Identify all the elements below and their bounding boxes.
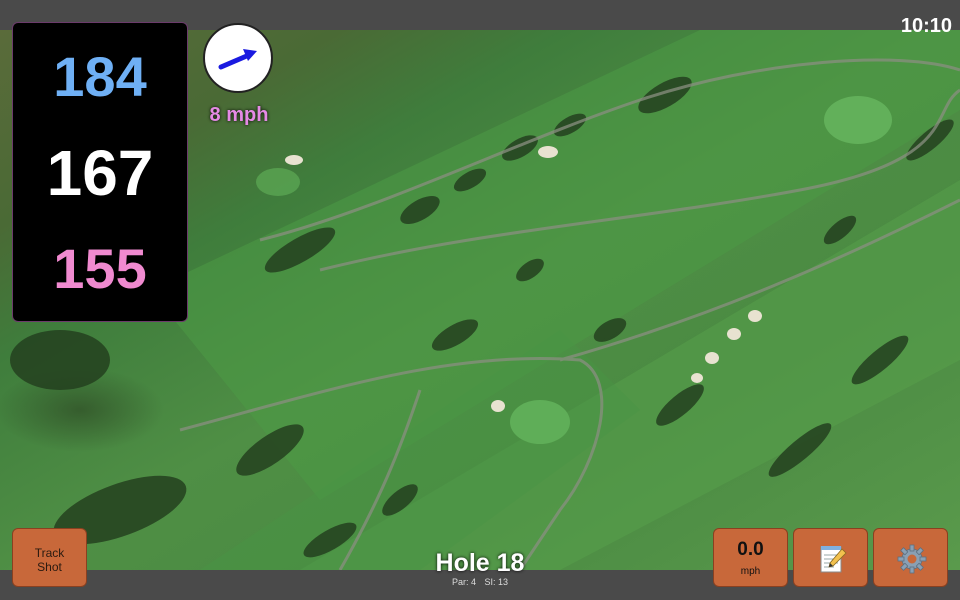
speed-unit: mph — [740, 566, 761, 577]
hole-info: Par: 4 SI: 13 — [380, 577, 580, 587]
back-yardage: 184 — [53, 45, 147, 108]
gear-icon — [897, 544, 927, 574]
track-shot-button[interactable]: Track Shot — [12, 528, 87, 587]
settings-button[interactable] — [873, 528, 948, 587]
scorecard-button[interactable] — [793, 528, 868, 587]
middle-yardage: 167 — [46, 137, 154, 209]
front-yardage: 155 — [53, 237, 147, 300]
wind-speed: 8 mph — [209, 104, 269, 126]
speed-button[interactable]: 0.0 mph — [713, 528, 788, 587]
hole-stroke-index: SI: 13 — [484, 577, 509, 587]
notepad-icon — [820, 546, 847, 573]
wind-arrow-icon — [218, 49, 257, 70]
yardage-panel: 184 167 155 — [12, 22, 188, 322]
speed-value: 0.0 — [737, 539, 764, 560]
track-shot-label-line2: Shot — [37, 560, 62, 574]
wind-direction-indicator — [203, 23, 273, 93]
track-shot-label-line1: Track — [34, 546, 65, 560]
hole-title: Hole 18 — [435, 549, 525, 577]
clock: 10:10 — [900, 15, 952, 37]
hole-par: Par: 4 — [451, 577, 476, 587]
